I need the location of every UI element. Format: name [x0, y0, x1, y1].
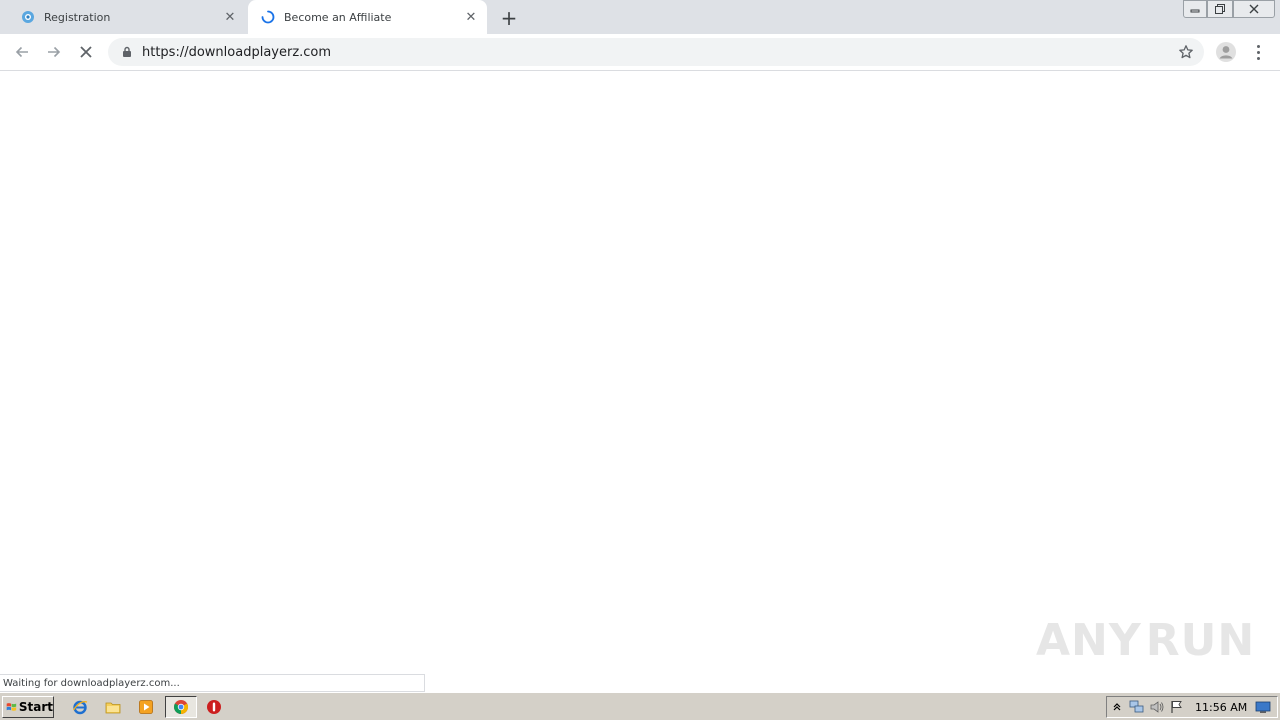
tab-strip: Registration ✕ Become an Affiliate ✕ + [0, 0, 1280, 34]
profile-avatar-icon[interactable] [1215, 41, 1237, 63]
anyrun-watermark: ANY RUN [1036, 607, 1254, 673]
tab-title: Registration [44, 10, 111, 24]
stop-loading-button[interactable] [74, 40, 98, 64]
page-content [0, 72, 1280, 692]
chrome-menu-button[interactable] [1250, 41, 1266, 63]
stop-x-icon [80, 46, 92, 58]
tab-title: Become an Affiliate [284, 10, 392, 24]
close-window-button[interactable] [1233, 0, 1275, 18]
action-center-flag-icon[interactable] [1167, 698, 1187, 716]
windows-taskbar: Start 11:56 AM [0, 692, 1280, 720]
watermark-left: ANY [1036, 614, 1142, 666]
bookmark-star-icon[interactable] [1176, 42, 1196, 62]
show-desktop-icon[interactable] [1253, 698, 1273, 716]
registration-favicon-icon [20, 9, 36, 25]
forward-button[interactable] [42, 40, 66, 64]
tab-become-an-affiliate[interactable]: Become an Affiliate ✕ [248, 0, 487, 34]
arrow-left-icon [15, 46, 28, 58]
arrow-right-icon [48, 46, 61, 58]
tray-expand-icon[interactable] [1107, 698, 1127, 716]
address-bar[interactable]: https://downloadplayerz.com [108, 38, 1204, 66]
loading-spinner-icon [260, 9, 276, 25]
restore-button[interactable] [1207, 0, 1233, 18]
clock[interactable]: 11:56 AM [1195, 701, 1247, 714]
network-icon[interactable] [1127, 698, 1147, 716]
taskbar-item-chrome[interactable] [165, 696, 197, 718]
volume-icon[interactable] [1147, 698, 1167, 716]
file-explorer-icon[interactable] [104, 698, 122, 716]
system-tray: 11:56 AM [1106, 696, 1278, 718]
new-tab-button[interactable]: + [498, 7, 520, 29]
status-bubble: Waiting for downloadplayerz.com... [0, 674, 425, 692]
start-button[interactable]: Start [2, 696, 54, 718]
internet-explorer-icon[interactable] [71, 698, 89, 716]
lock-icon[interactable] [120, 45, 134, 59]
back-button[interactable] [10, 40, 34, 64]
browser-toolbar: https://downloadplayerz.com [0, 34, 1280, 71]
url-text[interactable]: https://downloadplayerz.com [142, 45, 1176, 60]
close-tab-icon[interactable]: ✕ [463, 9, 479, 25]
opera-stop-icon[interactable] [205, 698, 223, 716]
close-tab-icon[interactable]: ✕ [222, 9, 238, 25]
watermark-right: RUN [1145, 614, 1256, 666]
tab-registration[interactable]: Registration ✕ [8, 0, 246, 34]
minimize-button[interactable] [1183, 0, 1207, 18]
chrome-icon [174, 700, 188, 714]
windows-flag-icon [6, 703, 17, 711]
media-player-icon[interactable] [137, 698, 155, 716]
start-label: Start [18, 700, 53, 714]
